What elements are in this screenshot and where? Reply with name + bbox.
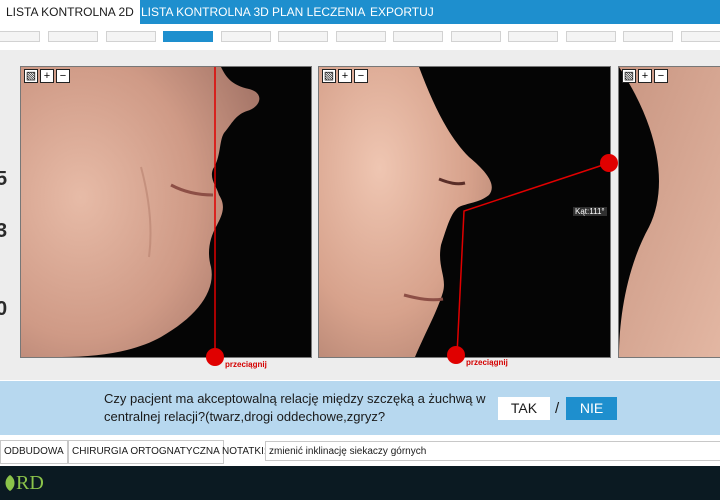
drag-label-middle: przeciągnij (466, 358, 508, 367)
side-number-1: 5 (0, 168, 8, 190)
drag-handle-middle-right[interactable] (598, 152, 620, 174)
side-number-3: 0 (0, 298, 8, 320)
step-8[interactable] (393, 31, 443, 42)
yes-button[interactable]: TAK (498, 397, 550, 420)
question-text: Czy pacjent ma akceptowalną relację międ… (104, 391, 486, 424)
zoom-in-icon[interactable]: + (338, 69, 352, 83)
step-11[interactable] (566, 31, 616, 42)
face-silhouette-middle (319, 67, 492, 357)
zoom-out-icon[interactable]: − (354, 69, 368, 83)
lock-icon[interactable]: ▧ (622, 69, 636, 83)
profile-photo-left (21, 67, 260, 357)
step-10[interactable] (508, 31, 558, 42)
drag-handle-middle-bottom[interactable] (445, 344, 467, 366)
zoom-in-icon[interactable]: + (40, 69, 54, 83)
step-2[interactable] (48, 31, 98, 42)
face-silhouette-left (21, 67, 260, 357)
step-9[interactable] (451, 31, 501, 42)
zoom-out-icon[interactable]: − (56, 69, 70, 83)
step-4-active[interactable] (163, 31, 213, 42)
photo-panel-left: ▧ + − (20, 66, 312, 358)
tab-exportuj[interactable]: EXPORTUJ (370, 0, 434, 24)
tab-lista-kontrolna-2d[interactable]: LISTA KONTROLNA 2D (0, 0, 140, 24)
step-3[interactable] (106, 31, 156, 42)
step-1[interactable] (0, 31, 40, 42)
logo-text: RD (16, 472, 44, 494)
answer-separator: / (555, 400, 560, 417)
profile-photo-right (619, 67, 720, 357)
zoom-out-icon[interactable]: − (654, 69, 668, 83)
step-5[interactable] (221, 31, 271, 42)
tab-lista-kontrolna-3d[interactable]: LISTA KONTROLNA 3D (141, 0, 269, 24)
chip-chirurgia-ortognatyczna[interactable]: CHIRURGIA ORTOGNATYCZNA (68, 440, 224, 464)
step-13[interactable] (681, 31, 720, 42)
step-12[interactable] (623, 31, 673, 42)
side-number-2: 3 (0, 220, 8, 242)
step-indicator (0, 24, 720, 50)
angle-readout: Kąt:111° (573, 207, 607, 216)
notes-label: NOTATKI: (222, 446, 267, 457)
photo-panel-middle: ▧ + − Kąt:111° (318, 66, 611, 358)
footer: RD (0, 466, 720, 500)
bottom-toolbar: ODBUDOWA CHIRURGIA ORTOGNATYCZNA NOTATKI… (0, 440, 720, 464)
drag-label-left: przeciągnij (225, 360, 267, 369)
face-silhouette-right (619, 67, 720, 357)
step-6[interactable] (278, 31, 328, 42)
profile-photo-middle (319, 67, 610, 357)
tab-plan-leczenia[interactable]: PLAN LECZENIA (272, 0, 365, 24)
no-button[interactable]: NIE (566, 397, 617, 420)
chip-odbudowa[interactable]: ODBUDOWA (0, 440, 68, 464)
notes-input[interactable] (265, 441, 720, 461)
drag-handle-left[interactable] (204, 346, 226, 368)
lock-icon[interactable]: ▧ (322, 69, 336, 83)
zoom-in-icon[interactable]: + (638, 69, 652, 83)
lock-icon[interactable]: ▧ (24, 69, 38, 83)
step-7[interactable] (336, 31, 386, 42)
top-tab-bar: LISTA KONTROLNA 2D LISTA KONTROLNA 3D PL… (0, 0, 720, 24)
photo-panel-right: ▧ + − (618, 66, 720, 358)
